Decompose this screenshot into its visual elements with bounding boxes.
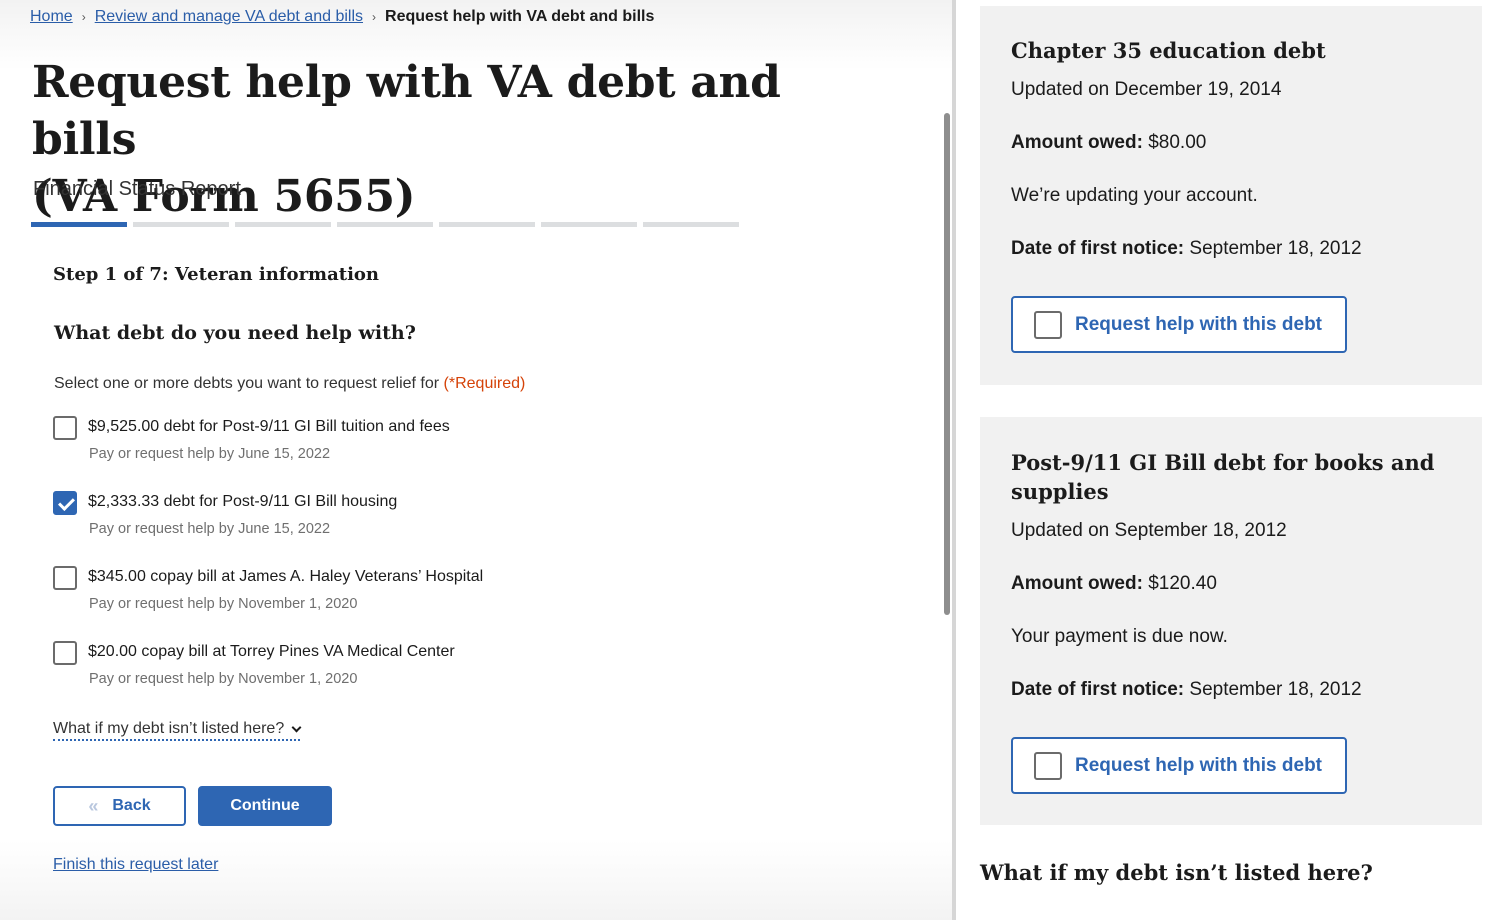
debt-option-label[interactable]: $20.00 copay bill at Torrey Pines VA Med… <box>88 643 455 661</box>
notice-label: Date of first notice: <box>1011 238 1185 259</box>
request-help-checkbox-2[interactable] <box>1034 752 1062 780</box>
debt-not-listed-heading: What if my debt isn’t listed here? <box>980 860 1373 885</box>
breadcrumb-current: Request help with VA debt and bills <box>385 8 655 25</box>
step-title: Step 1 of 7: Veteran information <box>53 264 380 285</box>
debt-question: What debt do you need help with? <box>54 322 416 344</box>
double-chevron-left-icon: « <box>88 795 99 816</box>
request-help-button-2[interactable]: Request help with this debt <box>1011 737 1347 794</box>
back-button[interactable]: « Back <box>53 786 186 826</box>
amount-value: $120.40 <box>1148 573 1217 594</box>
debt-option-label[interactable]: $9,525.00 debt for Post-9/11 GI Bill tui… <box>88 418 450 436</box>
scrollbar[interactable] <box>944 113 950 615</box>
continue-button[interactable]: Continue <box>198 786 332 826</box>
notice-value: September 18, 2012 <box>1189 238 1362 259</box>
debt-details-pane: Chapter 35 education debt Updated on Dec… <box>956 0 1512 920</box>
debt-card-amount: Amount owed: $120.40 <box>1011 573 1217 595</box>
chevron-down-icon <box>291 722 302 732</box>
debt-option-label[interactable]: $345.00 copay bill at James A. Haley Vet… <box>88 568 483 586</box>
debt-checkbox-2[interactable] <box>53 491 77 515</box>
request-help-checkbox-1[interactable] <box>1034 311 1062 339</box>
debt-option-due: Pay or request help by November 1, 2020 <box>89 671 358 687</box>
progress-segment-2 <box>133 222 229 227</box>
form-pane: Home › Review and manage VA debt and bil… <box>0 0 952 920</box>
debt-card-notice: Date of first notice: September 18, 2012 <box>1011 679 1362 701</box>
amount-label: Amount owed: <box>1011 573 1143 594</box>
debt-checkbox-1[interactable] <box>53 416 77 440</box>
breadcrumb-separator: › <box>372 10 377 24</box>
debt-card-1: Chapter 35 education debt Updated on Dec… <box>980 6 1482 385</box>
required-marker: (*Required) <box>443 375 526 392</box>
amount-label: Amount owed: <box>1011 132 1143 153</box>
debt-option-label[interactable]: $2,333.33 debt for Post-9/11 GI Bill hou… <box>88 493 397 511</box>
breadcrumb-review-link[interactable]: Review and manage VA debt and bills <box>95 8 363 26</box>
debt-checkbox-3[interactable] <box>53 566 77 590</box>
request-help-label[interactable]: Request help with this debt <box>1075 755 1322 777</box>
debt-card-2: Post-9/11 GI Bill debt for books and sup… <box>980 417 1482 825</box>
notice-label: Date of first notice: <box>1011 679 1185 700</box>
progress-segment-5 <box>439 222 535 227</box>
debt-not-listed-label[interactable]: What if my debt isn’t listed here? <box>53 720 284 738</box>
notice-value: September 18, 2012 <box>1189 679 1362 700</box>
breadcrumb-separator: › <box>81 10 86 24</box>
debt-card-title: Chapter 35 education debt <box>1011 38 1326 63</box>
progress-segment-3 <box>235 222 331 227</box>
progress-segment-7 <box>643 222 739 227</box>
debt-hint: Select one or more debts you want to req… <box>54 375 525 393</box>
debt-card-updated: Updated on September 18, 2012 <box>1011 520 1287 541</box>
debt-checkbox-4[interactable] <box>53 641 77 665</box>
debt-card-notice: Date of first notice: September 18, 2012 <box>1011 238 1362 260</box>
breadcrumb: Home › Review and manage VA debt and bil… <box>30 8 654 26</box>
request-help-label[interactable]: Request help with this debt <box>1075 314 1322 336</box>
debt-card-status: We’re updating your account. <box>1011 185 1258 206</box>
page-subtitle: Financial Status Report <box>33 178 241 200</box>
debt-card-amount: Amount owed: $80.00 <box>1011 132 1206 154</box>
back-button-label: Back <box>112 797 151 814</box>
debt-card-updated: Updated on December 19, 2014 <box>1011 79 1282 100</box>
debt-option-due: Pay or request help by June 15, 2022 <box>89 446 331 462</box>
debt-hint-text: Select one or more debts you want to req… <box>54 375 440 392</box>
debt-option-due: Pay or request help by November 1, 2020 <box>89 596 358 612</box>
request-help-button-1[interactable]: Request help with this debt <box>1011 296 1347 353</box>
page-title-line1: Request help with VA debt and bills <box>32 57 781 165</box>
progress-segment-4 <box>337 222 433 227</box>
debt-not-listed-toggle[interactable]: What if my debt isn’t listed here? <box>53 720 302 741</box>
breadcrumb-home-link[interactable]: Home <box>30 8 73 26</box>
amount-value: $80.00 <box>1148 132 1207 153</box>
progress-segment-1 <box>31 222 127 227</box>
progress-bar <box>31 222 739 227</box>
progress-segment-6 <box>541 222 637 227</box>
finish-later-link[interactable]: Finish this request later <box>53 856 218 874</box>
debt-card-title: Post-9/11 GI Bill debt for books and sup… <box>1011 450 1435 504</box>
debt-card-status: Your payment is due now. <box>1011 626 1228 647</box>
debt-option-due: Pay or request help by June 15, 2022 <box>89 521 331 537</box>
